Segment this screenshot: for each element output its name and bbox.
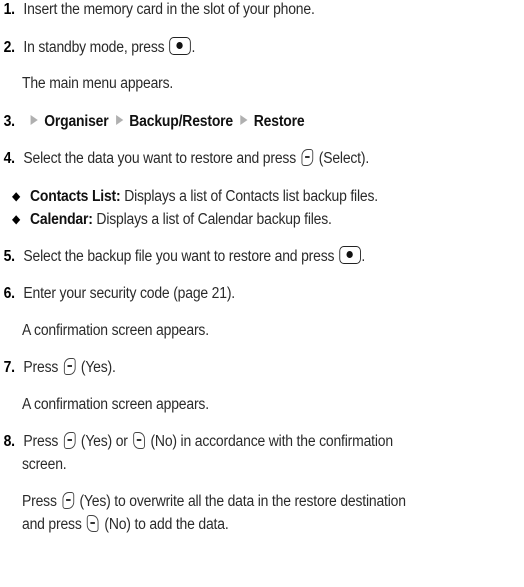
step-8-note-continued: and press (No) to add the data. <box>22 515 229 535</box>
step-text: (No) in accordance with the confirmation <box>150 433 393 450</box>
step-5: 5. Select the backup file you want to res… <box>0 246 365 267</box>
step-text: (Yes) or <box>80 433 128 450</box>
bullet-item: ◆ Calendar: Displays a list of Calendar b… <box>12 209 332 230</box>
left-soft-key-icon <box>301 149 314 166</box>
step-text-end: (Select). <box>318 150 370 167</box>
step-text: Insert the memory card in the slot of yo… <box>23 1 315 18</box>
menu-arrow-icon <box>115 115 123 125</box>
note-text: Press <box>22 493 57 510</box>
step-1: 1. Insert the memory card in the slot of … <box>0 0 315 20</box>
left-soft-key-icon <box>63 358 76 375</box>
step-text: Select the backup file you want to resto… <box>23 248 335 265</box>
step-4: 4. Select the data you want to restore an… <box>0 149 369 169</box>
step-text: Press <box>23 433 59 450</box>
diamond-bullet-icon: ◆ <box>12 212 21 226</box>
bullet-text: Displays a list of Contacts list backup … <box>124 188 378 205</box>
menu-path-item: Backup/Restore <box>129 113 233 130</box>
step-text: Press <box>23 359 59 376</box>
menu-arrow-icon <box>30 115 38 125</box>
step-number: 6. <box>3 285 15 302</box>
bullet-label: Calendar: <box>30 211 93 228</box>
center-select-key-icon <box>338 246 361 264</box>
note-text: and press <box>22 516 82 533</box>
manual-page: 1. Insert the memory card in the slot of … <box>0 0 524 587</box>
right-soft-key-icon <box>133 432 145 449</box>
bullet-text: Displays a list of Calendar backup files… <box>96 211 332 228</box>
step-text-end: (Yes). <box>80 359 116 376</box>
step-text-end: . <box>191 39 196 56</box>
menu-path-item: Restore <box>253 113 305 130</box>
step-text: In standby mode, press <box>23 39 165 56</box>
bullet-label: Contacts List: <box>30 188 121 205</box>
step-number: 2. <box>3 39 15 56</box>
center-select-key-icon <box>169 37 191 55</box>
step-number: 5. <box>3 248 15 265</box>
menu-arrow-icon <box>240 115 248 125</box>
step-6-result: A confirmation screen appears. <box>22 322 209 339</box>
step-number: 8. <box>3 433 15 450</box>
diamond-bullet-icon: ◆ <box>12 189 21 203</box>
step-6: 6. Enter your security code (page 21). <box>0 284 236 304</box>
note-text: (No) to add the data. <box>104 516 229 533</box>
step-8: 8. Press (Yes) or (No) in accordance with… <box>0 432 393 452</box>
menu-path-item: Organiser <box>44 113 109 130</box>
step-8-note: Press (Yes) to overwrite all the data in… <box>22 492 406 512</box>
step-text: Select the data you want to restore and … <box>23 150 297 167</box>
step-number: 1. <box>3 1 15 18</box>
step-number: 4. <box>3 150 15 167</box>
step-text: Enter your security code (page 21). <box>23 285 235 302</box>
note-text: (Yes) to overwrite all the data in the r… <box>79 493 406 510</box>
step-8-continued: screen. <box>22 456 67 473</box>
step-text-end: . <box>361 248 366 265</box>
step-2: 2. In standby mode, press . <box>0 37 195 58</box>
step-3: 3. Organiser Backup/Restore Restore <box>0 112 305 132</box>
step-2-result: The main menu appears. <box>22 75 174 92</box>
right-soft-key-icon <box>87 515 99 532</box>
step-7-result: A confirmation screen appears. <box>22 396 209 413</box>
step-number: 7. <box>3 359 15 376</box>
left-soft-key-icon <box>62 492 74 509</box>
step-7: 7. Press (Yes). <box>0 358 116 378</box>
left-soft-key-icon <box>63 432 76 449</box>
step-number: 3. <box>3 113 15 130</box>
bullet-item: ◆ Contacts List: Displays a list of Conta… <box>12 186 378 207</box>
